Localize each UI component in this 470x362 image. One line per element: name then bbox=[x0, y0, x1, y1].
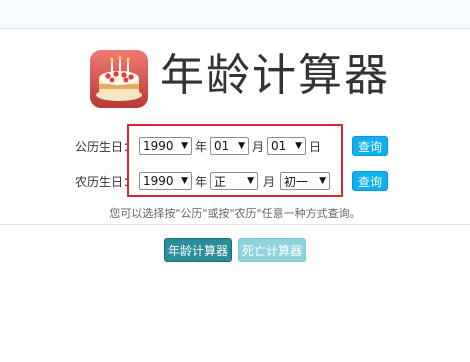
lunar-day-select[interactable]: 初一 ▼ bbox=[280, 172, 331, 190]
solar-year-value: 1990 bbox=[143, 139, 174, 153]
lunar-year-select[interactable]: 1990 ▼ bbox=[139, 172, 192, 190]
lunar-year-value: 1990 bbox=[143, 174, 174, 188]
lunar-day-value: 初一 bbox=[284, 174, 309, 189]
dropdown-arrow-icon: ▼ bbox=[295, 141, 303, 151]
solar-day-value: 01 bbox=[271, 139, 287, 153]
dropdown-arrow-icon: ▼ bbox=[238, 141, 246, 151]
dropdown-arrow-icon: ▼ bbox=[181, 176, 188, 186]
page-title: 年龄计算器 bbox=[160, 50, 390, 101]
solar-birthday-row: 公历生日： 1990 ▼ 年 01 ▼ 月 01 ▼ 日 bbox=[0, 134, 324, 158]
divider bbox=[0, 224, 470, 225]
lunar-birthday-label: 农历生日： bbox=[74, 174, 135, 189]
lunar-month-select[interactable]: 正 ▼ bbox=[210, 172, 259, 190]
lunar-year-unit: 年 bbox=[195, 174, 208, 189]
lunar-month-value: 正 bbox=[214, 174, 227, 189]
solar-year-select[interactable]: 1990 ▼ bbox=[139, 137, 192, 155]
dropdown-arrow-icon: ▼ bbox=[247, 176, 255, 186]
top-bar bbox=[0, 0, 470, 29]
solar-month-unit: 月 bbox=[252, 139, 265, 154]
birthday-cake-icon bbox=[90, 50, 148, 108]
hint-text: 您可以选择按"公历"或按"农历"任意一种方式查询。 bbox=[109, 207, 361, 220]
solar-day-select[interactable]: 01 ▼ bbox=[267, 137, 307, 155]
death-calculator-button[interactable]: 死亡计算器 bbox=[238, 238, 306, 262]
dropdown-arrow-icon: ▼ bbox=[319, 176, 327, 186]
age-calculator-button[interactable]: 年龄计算器 bbox=[164, 238, 232, 262]
lunar-month-unit: 月 bbox=[263, 174, 276, 189]
solar-birthday-label: 公历生日： bbox=[74, 139, 135, 154]
dropdown-arrow-icon: ▼ bbox=[181, 141, 188, 151]
solar-year-unit: 年 bbox=[195, 139, 208, 154]
lunar-query-button[interactable]: 查询 bbox=[352, 171, 388, 191]
solar-query-button[interactable]: 查询 bbox=[352, 136, 388, 156]
solar-day-unit: 日 bbox=[309, 139, 322, 154]
lunar-birthday-row: 农历生日： 1990 ▼ 年 正 ▼ 月 初一 ▼ bbox=[0, 169, 331, 193]
solar-month-select[interactable]: 01 ▼ bbox=[210, 137, 250, 155]
solar-month-value: 01 bbox=[214, 139, 230, 153]
